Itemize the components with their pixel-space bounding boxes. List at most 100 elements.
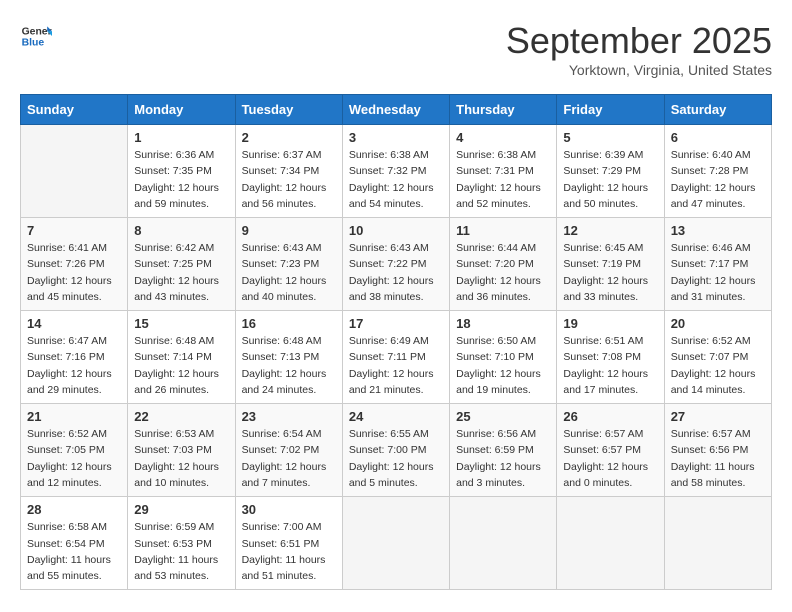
calendar-day-cell: 4 Sunrise: 6:38 AMSunset: 7:31 PMDayligh… [450,125,557,218]
calendar-day-cell: 14 Sunrise: 6:47 AMSunset: 7:16 PMDaylig… [21,311,128,404]
day-number: 13 [671,223,765,238]
sun-info: Sunrise: 6:38 AMSunset: 7:32 PMDaylight:… [349,149,434,210]
calendar-day-cell: 16 Sunrise: 6:48 AMSunset: 7:13 PMDaylig… [235,311,342,404]
calendar-day-cell: 27 Sunrise: 6:57 AMSunset: 6:56 PMDaylig… [664,404,771,497]
calendar-day-cell: 22 Sunrise: 6:53 AMSunset: 7:03 PMDaylig… [128,404,235,497]
calendar-day-cell: 25 Sunrise: 6:56 AMSunset: 6:59 PMDaylig… [450,404,557,497]
weekday-header-cell: Thursday [450,95,557,125]
sun-info: Sunrise: 6:52 AMSunset: 7:07 PMDaylight:… [671,335,756,396]
day-number: 14 [27,316,121,331]
weekday-header-cell: Monday [128,95,235,125]
day-number: 1 [134,130,228,145]
day-number: 27 [671,409,765,424]
day-number: 20 [671,316,765,331]
logo-icon: General Blue [20,20,52,52]
sun-info: Sunrise: 6:53 AMSunset: 7:03 PMDaylight:… [134,428,219,489]
location-subtitle: Yorktown, Virginia, United States [506,62,772,78]
calendar-table: SundayMondayTuesdayWednesdayThursdayFrid… [20,94,772,590]
weekday-header-cell: Tuesday [235,95,342,125]
sun-info: Sunrise: 6:45 AMSunset: 7:19 PMDaylight:… [563,242,648,303]
weekday-header-row: SundayMondayTuesdayWednesdayThursdayFrid… [21,95,772,125]
calendar-week-row: 28 Sunrise: 6:58 AMSunset: 6:54 PMDaylig… [21,497,772,590]
day-number: 25 [456,409,550,424]
day-number: 4 [456,130,550,145]
calendar-day-cell: 10 Sunrise: 6:43 AMSunset: 7:22 PMDaylig… [342,218,449,311]
calendar-day-cell: 8 Sunrise: 6:42 AMSunset: 7:25 PMDayligh… [128,218,235,311]
calendar-day-cell: 30 Sunrise: 7:00 AMSunset: 6:51 PMDaylig… [235,497,342,590]
sun-info: Sunrise: 6:38 AMSunset: 7:31 PMDaylight:… [456,149,541,210]
day-number: 16 [242,316,336,331]
calendar-day-cell: 9 Sunrise: 6:43 AMSunset: 7:23 PMDayligh… [235,218,342,311]
calendar-week-row: 7 Sunrise: 6:41 AMSunset: 7:26 PMDayligh… [21,218,772,311]
sun-info: Sunrise: 6:42 AMSunset: 7:25 PMDaylight:… [134,242,219,303]
day-number: 28 [27,502,121,517]
weekday-header-cell: Wednesday [342,95,449,125]
day-number: 2 [242,130,336,145]
day-number: 22 [134,409,228,424]
calendar-day-cell [21,125,128,218]
title-block: September 2025 Yorktown, Virginia, Unite… [506,20,772,78]
day-number: 5 [563,130,657,145]
weekday-header-cell: Saturday [664,95,771,125]
sun-info: Sunrise: 6:36 AMSunset: 7:35 PMDaylight:… [134,149,219,210]
day-number: 3 [349,130,443,145]
calendar-day-cell: 1 Sunrise: 6:36 AMSunset: 7:35 PMDayligh… [128,125,235,218]
sun-info: Sunrise: 6:51 AMSunset: 7:08 PMDaylight:… [563,335,648,396]
calendar-day-cell: 26 Sunrise: 6:57 AMSunset: 6:57 PMDaylig… [557,404,664,497]
day-number: 18 [456,316,550,331]
sun-info: Sunrise: 6:50 AMSunset: 7:10 PMDaylight:… [456,335,541,396]
sun-info: Sunrise: 6:57 AMSunset: 6:56 PMDaylight:… [671,428,755,489]
sun-info: Sunrise: 6:57 AMSunset: 6:57 PMDaylight:… [563,428,648,489]
weekday-header-cell: Friday [557,95,664,125]
calendar-day-cell: 15 Sunrise: 6:48 AMSunset: 7:14 PMDaylig… [128,311,235,404]
sun-info: Sunrise: 6:44 AMSunset: 7:20 PMDaylight:… [456,242,541,303]
sun-info: Sunrise: 6:52 AMSunset: 7:05 PMDaylight:… [27,428,112,489]
calendar-day-cell: 29 Sunrise: 6:59 AMSunset: 6:53 PMDaylig… [128,497,235,590]
calendar-day-cell: 13 Sunrise: 6:46 AMSunset: 7:17 PMDaylig… [664,218,771,311]
calendar-day-cell: 2 Sunrise: 6:37 AMSunset: 7:34 PMDayligh… [235,125,342,218]
day-number: 30 [242,502,336,517]
calendar-day-cell [342,497,449,590]
calendar-day-cell: 6 Sunrise: 6:40 AMSunset: 7:28 PMDayligh… [664,125,771,218]
calendar-day-cell: 21 Sunrise: 6:52 AMSunset: 7:05 PMDaylig… [21,404,128,497]
calendar-day-cell: 7 Sunrise: 6:41 AMSunset: 7:26 PMDayligh… [21,218,128,311]
day-number: 10 [349,223,443,238]
day-number: 26 [563,409,657,424]
sun-info: Sunrise: 6:43 AMSunset: 7:22 PMDaylight:… [349,242,434,303]
calendar-day-cell: 23 Sunrise: 6:54 AMSunset: 7:02 PMDaylig… [235,404,342,497]
calendar-day-cell: 18 Sunrise: 6:50 AMSunset: 7:10 PMDaylig… [450,311,557,404]
sun-info: Sunrise: 6:56 AMSunset: 6:59 PMDaylight:… [456,428,541,489]
calendar-day-cell: 12 Sunrise: 6:45 AMSunset: 7:19 PMDaylig… [557,218,664,311]
sun-info: Sunrise: 6:59 AMSunset: 6:53 PMDaylight:… [134,521,218,582]
month-title: September 2025 [506,20,772,62]
day-number: 21 [27,409,121,424]
day-number: 23 [242,409,336,424]
calendar-day-cell [557,497,664,590]
day-number: 11 [456,223,550,238]
day-number: 19 [563,316,657,331]
day-number: 17 [349,316,443,331]
day-number: 8 [134,223,228,238]
calendar-day-cell: 5 Sunrise: 6:39 AMSunset: 7:29 PMDayligh… [557,125,664,218]
calendar-day-cell: 3 Sunrise: 6:38 AMSunset: 7:32 PMDayligh… [342,125,449,218]
day-number: 29 [134,502,228,517]
sun-info: Sunrise: 6:48 AMSunset: 7:14 PMDaylight:… [134,335,219,396]
calendar-week-row: 1 Sunrise: 6:36 AMSunset: 7:35 PMDayligh… [21,125,772,218]
calendar-day-cell: 20 Sunrise: 6:52 AMSunset: 7:07 PMDaylig… [664,311,771,404]
calendar-day-cell [664,497,771,590]
sun-info: Sunrise: 6:54 AMSunset: 7:02 PMDaylight:… [242,428,327,489]
day-number: 12 [563,223,657,238]
weekday-header-cell: Sunday [21,95,128,125]
logo: General Blue [20,20,52,52]
calendar-day-cell: 17 Sunrise: 6:49 AMSunset: 7:11 PMDaylig… [342,311,449,404]
calendar-day-cell [450,497,557,590]
calendar-body: 1 Sunrise: 6:36 AMSunset: 7:35 PMDayligh… [21,125,772,590]
day-number: 15 [134,316,228,331]
calendar-day-cell: 11 Sunrise: 6:44 AMSunset: 7:20 PMDaylig… [450,218,557,311]
day-number: 7 [27,223,121,238]
sun-info: Sunrise: 6:48 AMSunset: 7:13 PMDaylight:… [242,335,327,396]
calendar-day-cell: 24 Sunrise: 6:55 AMSunset: 7:00 PMDaylig… [342,404,449,497]
sun-info: Sunrise: 6:43 AMSunset: 7:23 PMDaylight:… [242,242,327,303]
calendar-day-cell: 28 Sunrise: 6:58 AMSunset: 6:54 PMDaylig… [21,497,128,590]
calendar-week-row: 14 Sunrise: 6:47 AMSunset: 7:16 PMDaylig… [21,311,772,404]
